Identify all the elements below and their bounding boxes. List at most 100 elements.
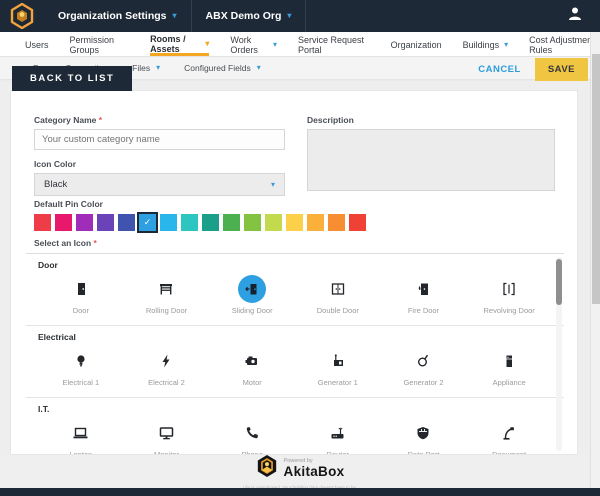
laptop-icon xyxy=(67,419,95,447)
door-icon xyxy=(67,275,95,303)
pin-color-swatch[interactable] xyxy=(286,214,303,231)
pin-color-swatch[interactable] xyxy=(307,214,324,231)
lightbulb-icon xyxy=(67,347,95,375)
pin-color-swatch[interactable] xyxy=(181,214,198,231)
org-selector-menu[interactable]: ABX Demo Org ▾ xyxy=(192,0,306,32)
category-form-card: Category Name * Icon Color Black ▾ Descr… xyxy=(10,90,578,455)
double-door-icon xyxy=(324,275,352,303)
bottom-accent-bar xyxy=(0,488,600,496)
icon-option-generator-2[interactable]: Generator 2 xyxy=(381,344,467,393)
cancel-button[interactable]: CANCEL xyxy=(478,64,521,75)
back-to-list-button[interactable]: BACK TO LIST xyxy=(12,66,132,91)
icon-option-rolling-door[interactable]: Rolling Door xyxy=(124,272,210,321)
pin-color-swatch[interactable] xyxy=(76,214,93,231)
document-camera-icon xyxy=(495,419,523,447)
tab-service-request-portal[interactable]: Service Request Portal xyxy=(298,32,370,56)
chevron-down-icon: ▾ xyxy=(205,40,209,48)
form-actions: CANCEL SAVE xyxy=(478,58,588,81)
user-account-icon[interactable] xyxy=(566,5,584,28)
tab-users[interactable]: Users xyxy=(25,32,49,56)
icon-option-appliance[interactable]: Appliance xyxy=(466,344,552,393)
icon-color-label: Icon Color xyxy=(34,159,285,169)
phone-icon xyxy=(238,419,266,447)
chevron-down-icon: ▾ xyxy=(257,64,261,72)
page-scrollbar-thumb[interactable] xyxy=(592,54,600,304)
chevron-down-icon: ▾ xyxy=(287,12,291,20)
data-port-icon xyxy=(409,419,437,447)
generator-2-icon xyxy=(409,347,437,375)
pin-color-swatch[interactable] xyxy=(265,214,282,231)
icon-option-door[interactable]: Door xyxy=(38,272,124,321)
subtab-files[interactable]: Files▾ xyxy=(132,63,160,73)
icon-option-monitor[interactable]: Monitor xyxy=(124,416,210,454)
icon-option-revolving-door[interactable]: Revolving Door xyxy=(466,272,552,321)
fire-door-icon xyxy=(409,275,437,303)
icon-option-generator-1[interactable]: Generator 1 xyxy=(295,344,381,393)
icon-option-fire-door[interactable]: Fire Door xyxy=(381,272,467,321)
router-icon xyxy=(324,419,352,447)
icon-option-electrical-1[interactable]: Electrical 1 xyxy=(38,344,124,393)
pin-color-swatch[interactable] xyxy=(118,214,135,231)
motor-icon xyxy=(238,347,266,375)
chevron-down-icon: ▾ xyxy=(156,64,160,72)
icon-option-data-port[interactable]: Data Port xyxy=(381,416,467,454)
chevron-down-icon: ▾ xyxy=(271,181,275,189)
pin-color-swatch[interactable] xyxy=(97,214,114,231)
subtab-configured-fields[interactable]: Configured Fields▾ xyxy=(184,63,261,73)
tab-permission-groups[interactable]: Permission Groups xyxy=(70,32,130,56)
org-settings-menu[interactable]: Organization Settings ▾ xyxy=(44,0,191,32)
icon-option-laptop[interactable]: Laptop xyxy=(38,416,124,454)
icon-section-door: Door Door Rolling Door xyxy=(26,254,564,326)
sliding-door-icon xyxy=(238,275,266,303)
pin-color-swatch[interactable] xyxy=(160,214,177,231)
icon-option-motor[interactable]: Motor xyxy=(209,344,295,393)
icon-picker-list: Door Door Rolling Door xyxy=(26,253,564,454)
chevron-down-icon: ▾ xyxy=(273,41,277,49)
chevron-down-icon: ▾ xyxy=(504,41,508,49)
pin-color-swatch[interactable] xyxy=(55,214,72,231)
required-asterisk: * xyxy=(94,238,97,248)
section-title: Electrical xyxy=(38,332,552,342)
default-pin-color-label: Default Pin Color xyxy=(34,199,366,209)
pin-color-swatch[interactable] xyxy=(349,214,366,231)
akitabox-footer-logo-icon xyxy=(256,454,278,483)
tab-rooms-assets[interactable]: Rooms / Assets▾ xyxy=(150,32,209,56)
page-scrollbar-track xyxy=(590,32,600,488)
icon-color-select[interactable]: Black ▾ xyxy=(34,173,285,196)
save-button[interactable]: SAVE xyxy=(535,58,588,81)
icon-option-document-camera[interactable]: Document Camera xyxy=(466,416,552,454)
pin-color-swatch[interactable] xyxy=(202,214,219,231)
icon-option-phone[interactable]: Phone xyxy=(209,416,295,454)
icon-option-double-door[interactable]: Double Door xyxy=(295,272,381,321)
org-settings-label: Organization Settings xyxy=(58,10,167,22)
divider xyxy=(305,0,306,32)
tab-buildings[interactable]: Buildings▾ xyxy=(463,32,509,56)
pin-color-swatch[interactable] xyxy=(328,214,345,231)
tab-organization[interactable]: Organization xyxy=(391,32,442,56)
icon-option-router[interactable]: Router xyxy=(295,416,381,454)
rolling-door-icon xyxy=(152,275,180,303)
icon-list-scrollbar-thumb[interactable] xyxy=(556,259,562,305)
pin-color-swatch[interactable] xyxy=(223,214,240,231)
chevron-down-icon: ▾ xyxy=(173,12,177,20)
category-name-input[interactable] xyxy=(34,129,285,150)
description-textarea[interactable] xyxy=(307,129,555,191)
akitabox-logo-icon xyxy=(0,3,44,29)
check-icon: ✓ xyxy=(144,217,152,228)
icon-option-electrical-2[interactable]: Electrical 2 xyxy=(124,344,210,393)
top-app-bar: Organization Settings ▾ ABX Demo Org ▾ xyxy=(0,0,600,32)
pin-color-swatch-selected[interactable]: ✓ xyxy=(139,214,156,231)
tab-work-orders[interactable]: Work Orders▾ xyxy=(230,32,277,56)
appliance-icon xyxy=(495,347,523,375)
select-icon-label: Select an Icon * xyxy=(34,238,97,248)
icon-section-electrical: Electrical Electrical 1 Electrical 2 xyxy=(26,326,564,398)
pin-color-swatch[interactable] xyxy=(244,214,261,231)
pin-color-swatch[interactable] xyxy=(34,214,51,231)
generator-1-icon xyxy=(324,347,352,375)
monitor-icon xyxy=(152,419,180,447)
icon-option-sliding-door-selected[interactable]: Sliding Door xyxy=(209,272,295,321)
footer: Powered by AkitaBox Life is complicated.… xyxy=(0,455,600,488)
icon-color-value: Black xyxy=(44,179,67,190)
pin-color-swatches: ✓ xyxy=(34,214,366,231)
org-selector-label: ABX Demo Org xyxy=(206,10,282,22)
